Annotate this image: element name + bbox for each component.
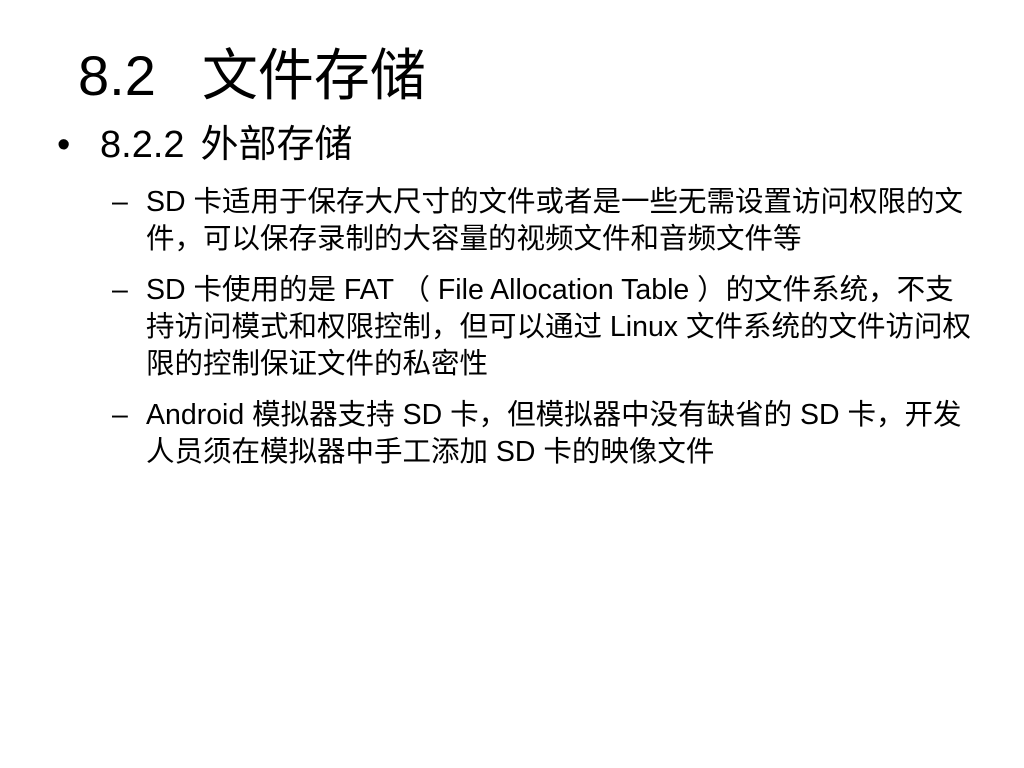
title-number: 8.2 [78, 44, 156, 107]
section-number: 8.2.2 [100, 124, 185, 166]
section-heading: • 8.2.2 外部存储 [57, 120, 353, 170]
slide: 8.2 文件存储 • 8.2.2 外部存储 – SD 卡适用于保存大尺寸的文件或者… [0, 0, 1024, 768]
dash-icon: – [112, 274, 128, 306]
dash-icon: – [112, 186, 128, 218]
list-item: – SD 卡使用的是 FAT （ File Allocation Table ）… [112, 272, 972, 383]
list-item: – SD 卡适用于保存大尺寸的文件或者是一些无需设置访问权限的文件，可以保存录制… [112, 184, 972, 258]
list-item: – Android 模拟器支持 SD 卡，但模拟器中没有缺省的 SD 卡，开发人… [112, 397, 972, 471]
bullet-icon: • [57, 124, 71, 166]
list-item-text: SD 卡适用于保存大尺寸的文件或者是一些无需设置访问权限的文件，可以保存录制的大… [146, 186, 964, 255]
section-text: 外部存储 [200, 124, 353, 166]
sub-bullet-list: – SD 卡适用于保存大尺寸的文件或者是一些无需设置访问权限的文件，可以保存录制… [112, 184, 972, 485]
slide-title: 8.2 文件存储 [78, 40, 426, 112]
dash-icon: – [112, 399, 128, 431]
title-text: 文件存储 [201, 44, 426, 107]
list-item-text: Android 模拟器支持 SD 卡，但模拟器中没有缺省的 SD 卡，开发人员须… [146, 399, 962, 468]
list-item-text: SD 卡使用的是 FAT （ File Allocation Table ）的文… [146, 274, 971, 380]
